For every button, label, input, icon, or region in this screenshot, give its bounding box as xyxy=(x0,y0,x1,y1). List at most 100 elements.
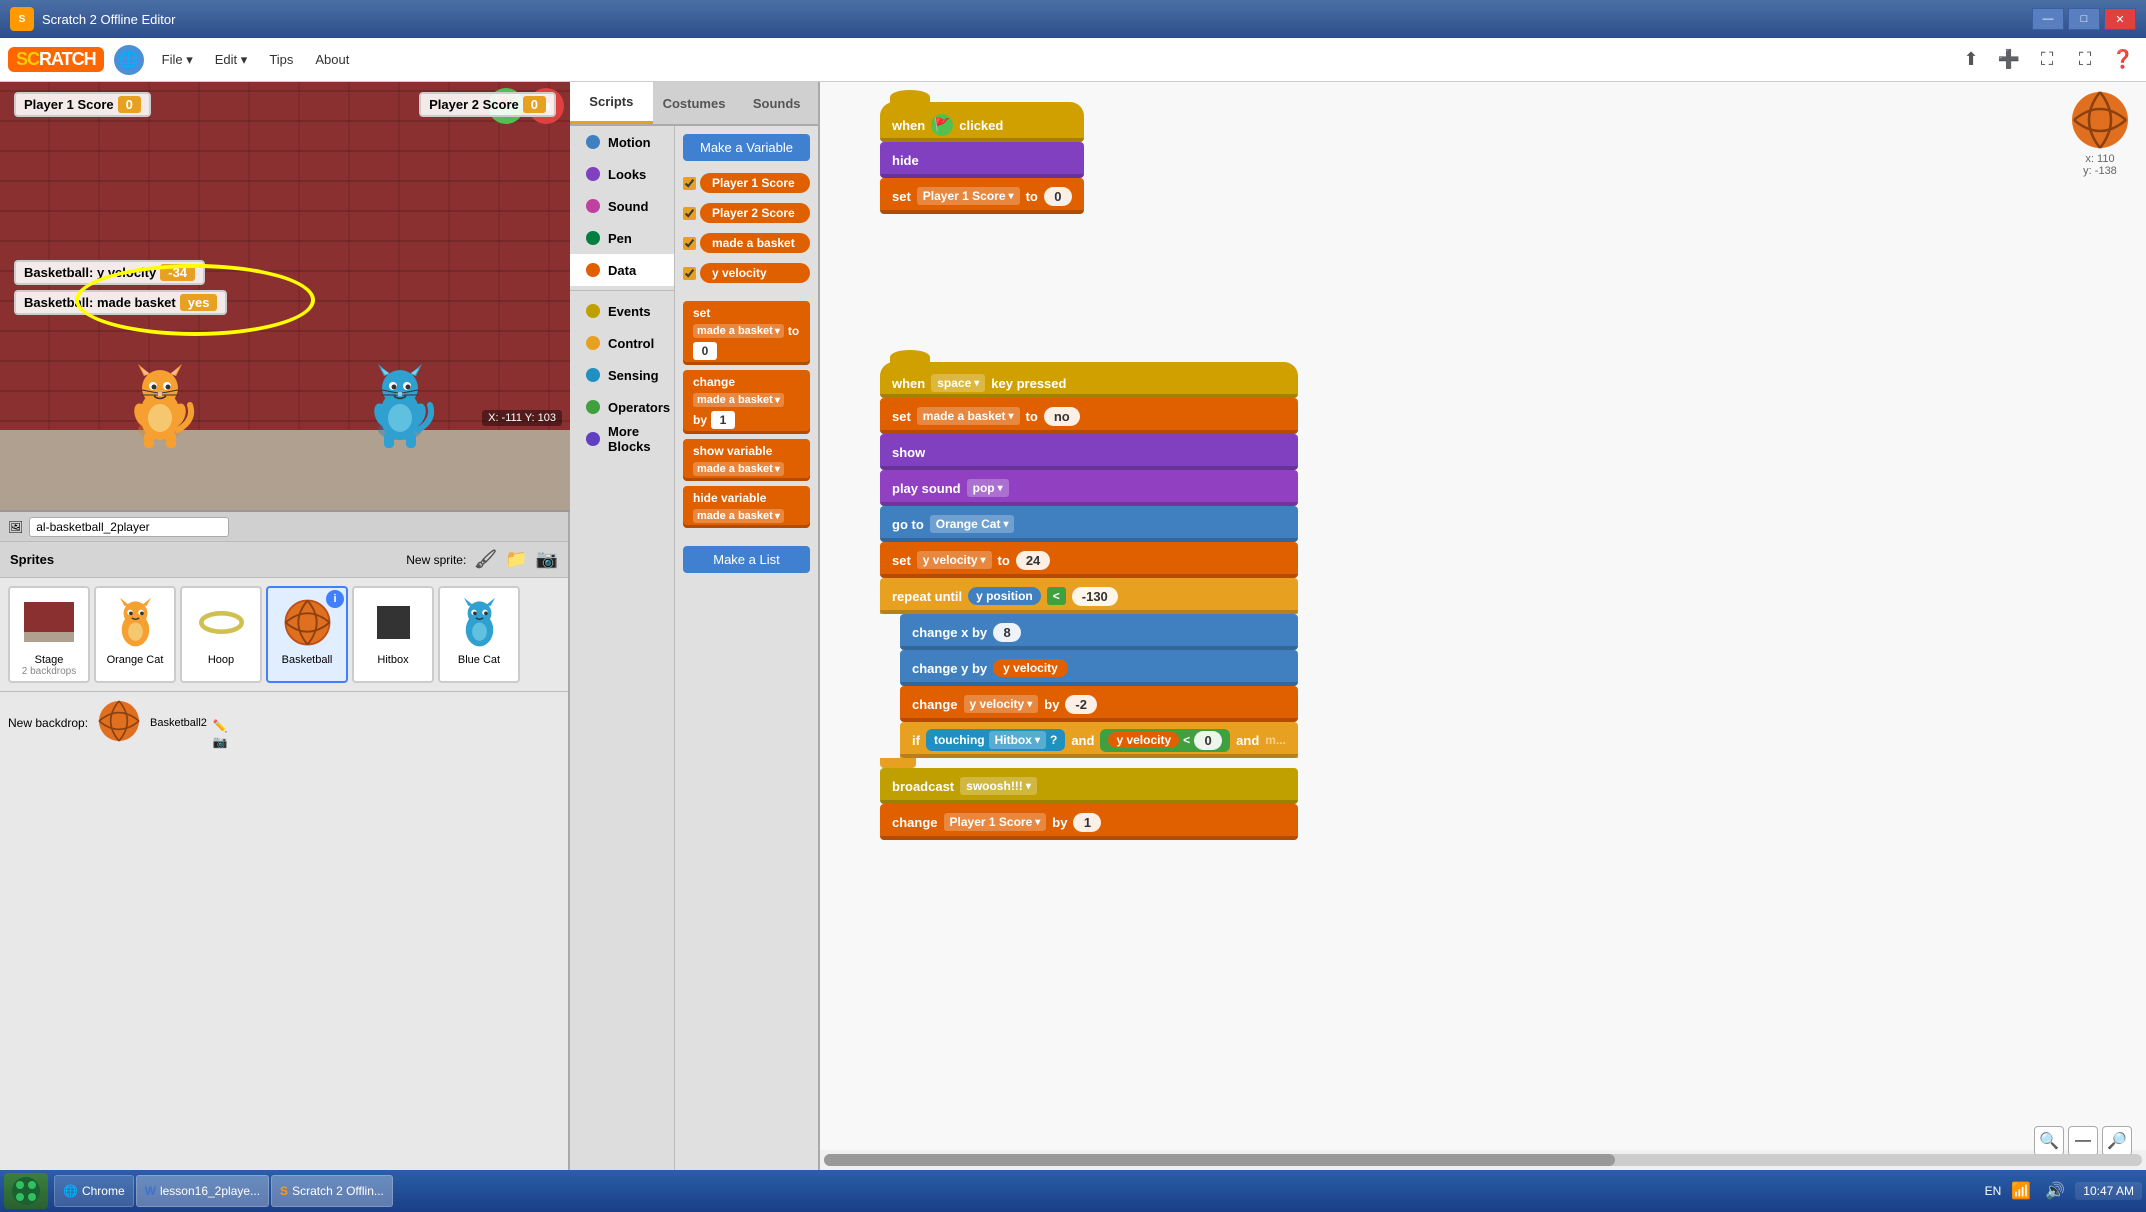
position-value[interactable]: -130 xyxy=(1072,587,1118,606)
var-checkbox-basket[interactable] xyxy=(683,237,696,250)
cat-looks[interactable]: Looks xyxy=(570,158,674,190)
set-yvel-block[interactable]: set y velocity to 24 xyxy=(880,542,1298,578)
cat-sound[interactable]: Sound xyxy=(570,190,674,222)
x-value[interactable]: 8 xyxy=(993,623,1021,642)
set-player1-block[interactable]: set Player 1 Score to 0 xyxy=(880,178,1084,214)
horizontal-scrollbar[interactable] xyxy=(824,1154,2142,1166)
set-value-input[interactable]: 0 xyxy=(693,342,717,360)
y-vel-compare-block[interactable]: y velocity < 0 xyxy=(1100,729,1230,752)
compare-value[interactable]: 0 xyxy=(1194,731,1222,750)
set-var-dropdown[interactable]: made a basket xyxy=(693,324,784,338)
language-button[interactable]: 🌐 xyxy=(114,45,144,75)
camera-icon[interactable]: 📷 xyxy=(213,735,228,749)
volume-icon[interactable]: 🔊 xyxy=(2041,1177,2069,1205)
add-icon[interactable]: ➕ xyxy=(1994,45,2024,75)
hide-block[interactable]: hide xyxy=(880,142,1084,178)
maximize-button[interactable]: □ xyxy=(2068,8,2100,30)
when-clicked-block[interactable]: when 🚩 clicked xyxy=(880,102,1084,142)
y-position-block[interactable]: y position xyxy=(968,587,1041,605)
sprite-item-hitbox[interactable]: Hitbox xyxy=(352,586,434,683)
sound-dropdown[interactable]: pop xyxy=(967,479,1009,497)
broadcast-dropdown[interactable]: swoosh!!! xyxy=(960,777,1037,795)
cat-motion[interactable]: Motion xyxy=(570,126,674,158)
menu-tips[interactable]: Tips xyxy=(259,48,303,71)
make-variable-button[interactable]: Make a Variable xyxy=(683,134,810,161)
help-icon[interactable]: ❓ xyxy=(2108,45,2138,75)
tab-scripts[interactable]: Scripts xyxy=(570,82,653,124)
cat-control[interactable]: Control xyxy=(570,327,674,359)
yvel-var-dropdown[interactable]: y velocity xyxy=(917,551,992,569)
var-block-made-basket[interactable]: made a basket xyxy=(700,233,810,253)
upload-sprite-button[interactable]: 📁 xyxy=(505,549,527,570)
minimize-button[interactable]: — xyxy=(2032,8,2064,30)
camera-sprite-button[interactable]: 📷 xyxy=(536,549,558,570)
cat-events[interactable]: Events xyxy=(570,295,674,327)
cat-more-blocks[interactable]: More Blocks xyxy=(570,423,674,455)
zoom-out-button[interactable]: 🔍 xyxy=(2034,1126,2064,1156)
taskbar-scratch[interactable]: S Scratch 2 Offlin... xyxy=(271,1175,393,1207)
hide-var-dropdown[interactable]: made a basket xyxy=(693,509,784,523)
show-variable-block[interactable]: show variable made a basket xyxy=(683,439,810,481)
backdrop-item-basketball2[interactable] xyxy=(94,696,144,749)
repeat-until-block[interactable]: repeat until y position < -130 xyxy=(880,578,1298,614)
var-checkbox-yvel[interactable] xyxy=(683,267,696,280)
var-block-y-velocity[interactable]: y velocity xyxy=(700,263,810,283)
menu-edit[interactable]: Edit ▾ xyxy=(205,48,258,72)
set-p1-value[interactable]: 0 xyxy=(1044,187,1072,206)
yvel-change-value[interactable]: -2 xyxy=(1065,695,1097,714)
edit-icon[interactable]: ✏️ xyxy=(213,719,228,733)
change-block[interactable]: change made a basket by 1 xyxy=(683,370,810,434)
goto-dropdown[interactable]: Orange Cat xyxy=(930,515,1015,533)
taskbar-word[interactable]: W lesson16_2playe... xyxy=(136,1175,269,1207)
sprite-item-basketball[interactable]: i Basketball xyxy=(266,586,348,683)
score-by-value[interactable]: 1 xyxy=(1073,813,1101,832)
script-area[interactable]: when 🚩 clicked hide set Player 1 Score t… xyxy=(820,82,2146,1150)
zoom-in-button[interactable]: 🔎 xyxy=(2102,1126,2132,1156)
touching-block[interactable]: touching Hitbox ? xyxy=(926,729,1065,751)
taskbar-chrome[interactable]: 🌐 Chrome xyxy=(54,1175,134,1207)
fullscreen-icon[interactable]: ⛶ xyxy=(2070,45,2100,75)
tab-sounds[interactable]: Sounds xyxy=(735,82,818,124)
show-block[interactable]: show xyxy=(880,434,1298,470)
set-p1-dropdown[interactable]: Player 1 Score xyxy=(917,187,1020,205)
network-icon[interactable]: 📶 xyxy=(2007,1177,2035,1205)
change-yvel-block[interactable]: change y velocity by -2 xyxy=(900,686,1298,722)
change-x-block[interactable]: change x by 8 xyxy=(900,614,1298,650)
p1-score-dropdown[interactable]: Player 1 Score xyxy=(944,813,1047,831)
stage-name-input[interactable] xyxy=(29,517,229,537)
hide-variable-block[interactable]: hide variable made a basket xyxy=(683,486,810,528)
play-sound-block[interactable]: play sound pop xyxy=(880,470,1298,506)
yvel-var-block[interactable]: y velocity xyxy=(993,659,1068,677)
cat-data[interactable]: Data xyxy=(570,254,674,286)
show-var-dropdown[interactable]: made a basket xyxy=(693,462,784,476)
change-value-input[interactable]: 1 xyxy=(711,411,735,429)
fit-screen-icon[interactable]: ⛶ xyxy=(2032,45,2062,75)
cat-pen[interactable]: Pen xyxy=(570,222,674,254)
yvel-value[interactable]: 24 xyxy=(1016,551,1050,570)
menu-about[interactable]: About xyxy=(305,48,359,71)
paint-new-sprite-button[interactable]: 🖌 xyxy=(474,549,497,570)
stage-sprite-item[interactable]: Stage 2 backdrops xyxy=(8,586,90,683)
cat-sensing[interactable]: Sensing xyxy=(570,359,674,391)
change-y-block[interactable]: change y by y velocity xyxy=(900,650,1298,686)
sprite-item-orange-cat[interactable]: Orange Cat xyxy=(94,586,176,683)
touching-dropdown[interactable]: Hitbox xyxy=(989,731,1046,749)
scrollbar-thumb[interactable] xyxy=(824,1154,1615,1166)
goto-block[interactable]: go to Orange Cat xyxy=(880,506,1298,542)
less-than-block[interactable]: < xyxy=(1047,587,1066,605)
change-var-dropdown[interactable]: made a basket xyxy=(693,393,784,407)
menu-file[interactable]: File ▾ xyxy=(152,48,203,72)
set-basket-block[interactable]: set made a basket to no xyxy=(880,398,1298,434)
var-checkbox-p1[interactable] xyxy=(683,177,696,190)
key-dropdown[interactable]: space xyxy=(931,374,985,392)
start-button[interactable] xyxy=(4,1173,48,1209)
var-block-player1-score[interactable]: Player 1 Score xyxy=(700,173,810,193)
cat-operators[interactable]: Operators xyxy=(570,391,674,423)
upload-icon[interactable]: ⬆ xyxy=(1956,45,1986,75)
yvel-change-dropdown[interactable]: y velocity xyxy=(964,695,1039,713)
sprite-item-hoop[interactable]: Hoop xyxy=(180,586,262,683)
basket-to-value[interactable]: no xyxy=(1044,407,1080,426)
var-block-player2-score[interactable]: Player 2 Score xyxy=(700,203,810,223)
broadcast-block[interactable]: broadcast swoosh!!! xyxy=(880,768,1298,804)
info-badge[interactable]: i xyxy=(326,590,344,608)
